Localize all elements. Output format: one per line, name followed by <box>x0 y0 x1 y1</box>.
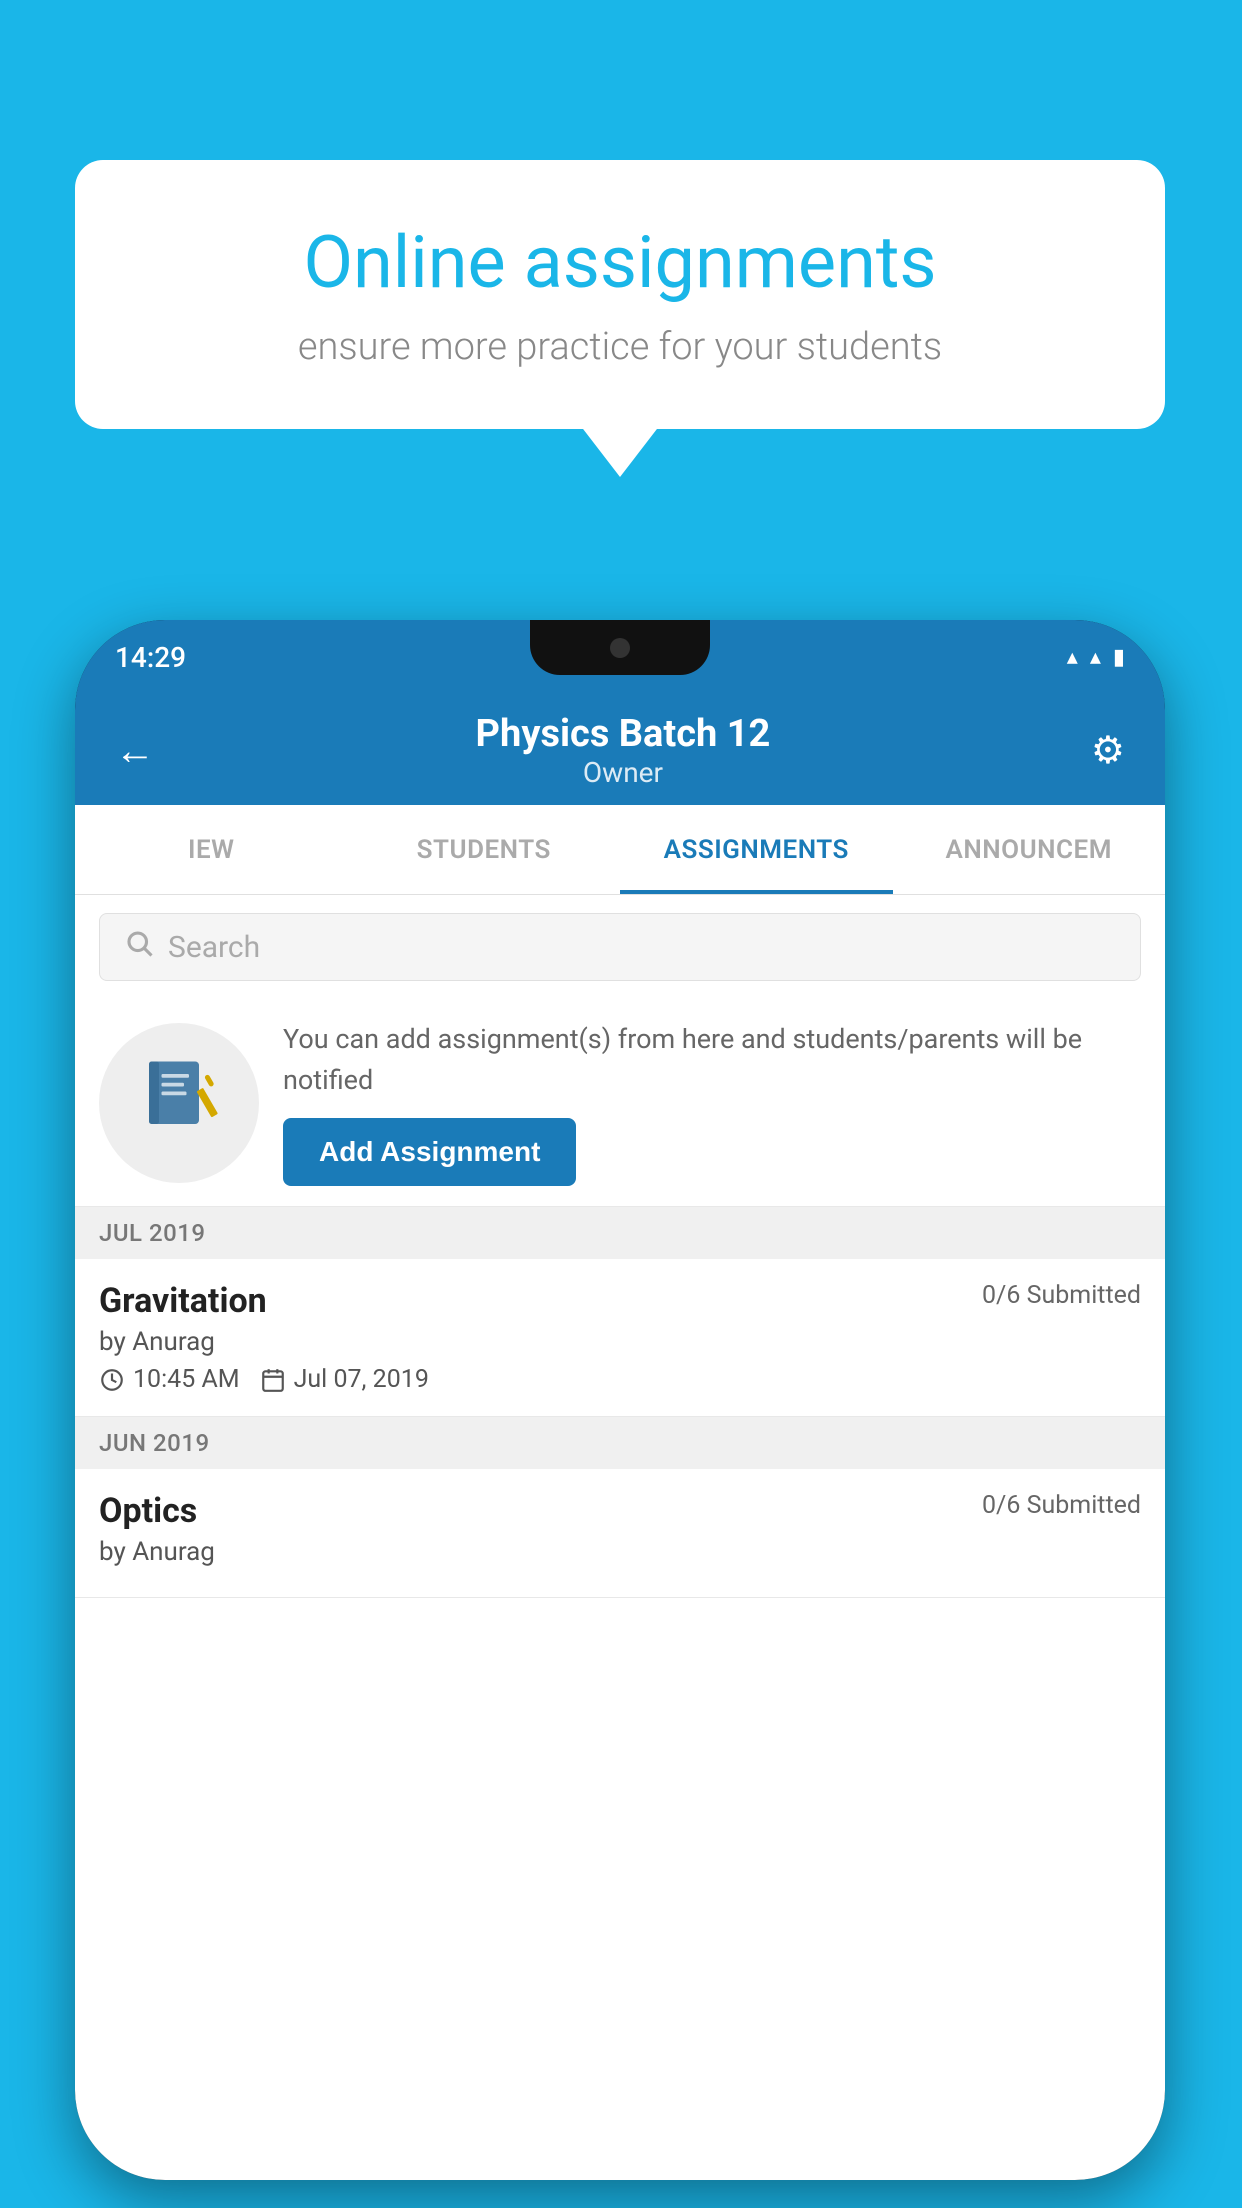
phone-notch <box>530 620 710 675</box>
assignment-date: Jul 07, 2019 <box>260 1365 429 1394</box>
speech-bubble: Online assignments ensure more practice … <box>75 160 1165 429</box>
search-placeholder: Search <box>168 930 260 965</box>
signal-icon: ▴ <box>1090 645 1101 670</box>
status-time: 14:29 <box>115 641 186 674</box>
phone-frame: 14:29 ▴ ▴ ▮ ← Physics Batch 12 Owner ⚙ I… <box>75 620 1165 2180</box>
back-button[interactable]: ← <box>105 717 165 784</box>
search-icon <box>124 928 154 966</box>
assignment-name: Gravitation <box>99 1281 267 1321</box>
settings-button[interactable]: ⚙ <box>1081 718 1135 783</box>
assignment-by-optics: by Anurag <box>99 1537 1141 1567</box>
assignment-name-optics: Optics <box>99 1491 197 1531</box>
app-bar: ← Physics Batch 12 Owner ⚙ <box>75 695 1165 805</box>
assignment-item-optics[interactable]: Optics 0/6 Submitted by Anurag <box>75 1469 1165 1598</box>
month-separator-jul: JUL 2019 <box>75 1207 1165 1259</box>
assignment-icon-circle <box>99 1023 259 1183</box>
search-bar: Search <box>75 895 1165 999</box>
wifi-icon: ▴ <box>1067 645 1078 670</box>
tab-announcements[interactable]: ANNOUNCEM <box>893 805 1166 894</box>
assignment-submitted: 0/6 Submitted <box>982 1281 1141 1310</box>
speech-bubble-container: Online assignments ensure more practice … <box>75 160 1165 429</box>
assignment-time: 10:45 AM <box>99 1365 240 1394</box>
speech-bubble-subtitle: ensure more practice for your students <box>145 325 1095 369</box>
assignment-by: by Anurag <box>99 1327 1141 1357</box>
assignment-meta: 10:45 AM Jul 07, 2019 <box>99 1365 1141 1394</box>
tab-assignments[interactable]: ASSIGNMENTS <box>620 805 893 894</box>
app-bar-subtitle: Owner <box>165 756 1081 789</box>
app-bar-title-container: Physics Batch 12 Owner <box>165 712 1081 789</box>
battery-icon: ▮ <box>1113 645 1125 670</box>
promo-section: You can add assignment(s) from here and … <box>75 999 1165 1207</box>
tab-students[interactable]: STUDENTS <box>348 805 621 894</box>
status-icons: ▴ ▴ ▮ <box>1067 645 1125 670</box>
promo-text-area: You can add assignment(s) from here and … <box>283 1019 1141 1186</box>
speech-bubble-title: Online assignments <box>145 220 1095 305</box>
assignment-submitted-optics: 0/6 Submitted <box>982 1491 1141 1520</box>
assignment-row-top: Gravitation 0/6 Submitted <box>99 1281 1141 1321</box>
assignment-row-top-optics: Optics 0/6 Submitted <box>99 1491 1141 1531</box>
assignment-item-gravitation[interactable]: Gravitation 0/6 Submitted by Anurag 10:4… <box>75 1259 1165 1417</box>
promo-description: You can add assignment(s) from here and … <box>283 1019 1141 1100</box>
add-assignment-button[interactable]: Add Assignment <box>283 1118 576 1186</box>
month-separator-jun: JUN 2019 <box>75 1417 1165 1469</box>
status-bar: 14:29 ▴ ▴ ▮ <box>75 620 1165 695</box>
search-input-container[interactable]: Search <box>99 913 1141 981</box>
notch-camera <box>610 638 630 658</box>
notebook-icon <box>139 1054 219 1152</box>
app-bar-title: Physics Batch 12 <box>165 712 1081 756</box>
tab-iew[interactable]: IEW <box>75 805 348 894</box>
phone-content: Search You can ad <box>75 895 1165 2180</box>
tabs-bar: IEW STUDENTS ASSIGNMENTS ANNOUNCEM <box>75 805 1165 895</box>
